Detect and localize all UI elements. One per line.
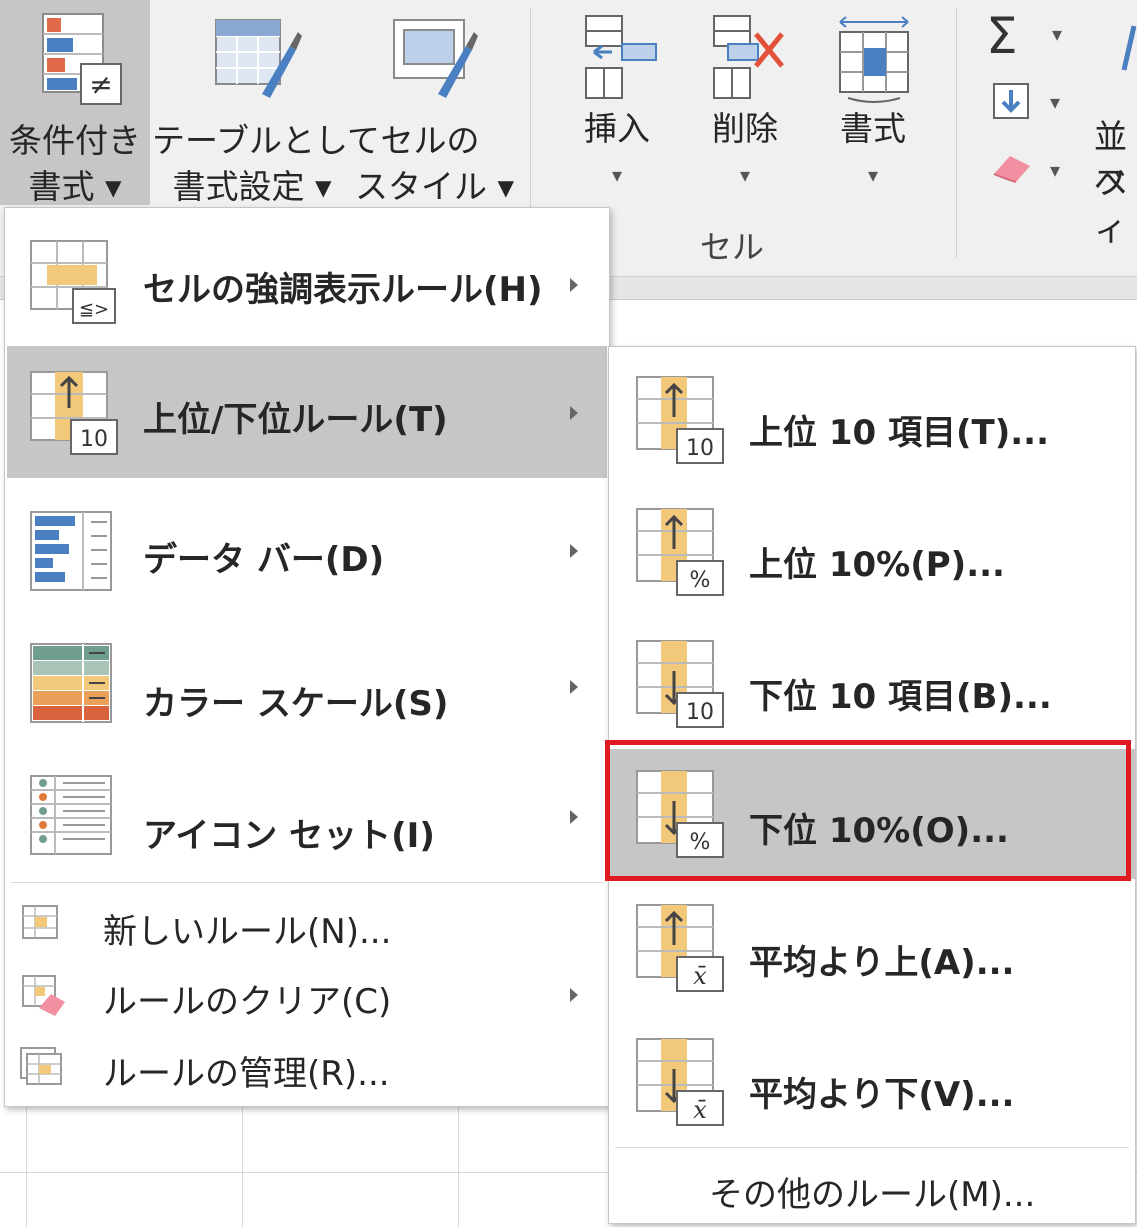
cell-styles-label-1: セルの: [380, 121, 480, 160]
ribbon-separator: [956, 8, 957, 258]
submenu-item-label: 上位 10%(P)...: [749, 545, 1005, 585]
submenu-item-top-10-items[interactable]: 10 上位 10 項目(T)...: [609, 361, 1135, 491]
conditional-formatting-icon: ≠: [42, 13, 122, 105]
delete-caret-icon: ▾: [739, 163, 751, 187]
menu-item-top-bottom-rules[interactable]: 10 上位/下位ルール(T): [7, 346, 607, 478]
conditional-formatting-label-2: 書式 ▾: [28, 167, 122, 206]
top-10-items-icon: 10: [636, 376, 724, 464]
submenu-arrow-icon: [570, 988, 578, 1002]
menu-item-label: データ バー(D): [143, 540, 385, 580]
bottom-10-items-icon: 10: [636, 640, 724, 728]
sort-filter-label-2[interactable]: フィ: [1094, 160, 1137, 252]
cell-styles-icon: [393, 19, 478, 98]
data-bars-icon: [30, 511, 112, 591]
clear-eraser-icon[interactable]: [990, 148, 1034, 184]
menu-item-label: 新しいルール(N)...: [103, 912, 392, 952]
menu-item-label: カラー スケール(S): [143, 684, 449, 724]
submenu-item-label: 平均より下(V)...: [749, 1075, 1015, 1115]
submenu-item-top-10-percent[interactable]: % 上位 10%(P)...: [609, 493, 1135, 623]
top-bottom-rules-icon: 10: [30, 371, 118, 455]
submenu-item-label: その他のルール(M)...: [709, 1175, 1036, 1215]
sort-filter-icon[interactable]: [1120, 20, 1137, 80]
below-average-icon: x̄: [636, 1038, 724, 1126]
cell-styles-label-2: スタイル ▾: [355, 167, 515, 206]
menu-item-clear-rules[interactable]: ルールのクリア(C): [5, 960, 609, 1030]
insert-cells-icon: [585, 15, 657, 99]
menu-item-manage-rules[interactable]: ルールの管理(R)...: [5, 1032, 609, 1102]
badge-text: x̄: [693, 1096, 707, 1124]
top-10-percent-icon: %: [636, 508, 724, 596]
submenu-arrow-icon: [570, 810, 578, 824]
submenu-arrow-icon: [570, 544, 578, 558]
insert-caret-icon: ▾: [611, 163, 623, 187]
submenu-item-above-average[interactable]: x̄ 平均より上(A)...: [609, 887, 1135, 1017]
above-average-icon: x̄: [636, 904, 724, 992]
svg-text:≠: ≠: [89, 68, 112, 101]
format-cells-button[interactable]: 書式 ▾: [818, 0, 928, 200]
delete-cells-button[interactable]: 削除 ▾: [690, 0, 800, 200]
format-as-table-button[interactable]: テーブルとして 書式設定 ▾: [152, 0, 381, 206]
autosum-caret-icon[interactable]: ▾: [1052, 22, 1062, 46]
cell-styles-button[interactable]: セルの スタイル ▾: [355, 0, 514, 206]
autosum-icon[interactable]: Σ: [986, 6, 1018, 66]
conditional-formatting-label-1: 条件付き: [9, 121, 141, 160]
badge-text: 10: [686, 700, 714, 725]
insert-cells-label: 挿入: [584, 109, 650, 148]
menu-item-label: ルールの管理(R)...: [103, 1054, 390, 1094]
cells-group-label: セル: [700, 228, 765, 266]
submenu-item-label: 下位 10 項目(B)...: [749, 677, 1052, 717]
color-scales-icon: [30, 643, 112, 723]
badge-text: 10: [686, 436, 714, 461]
highlight-cells-rules-icon: ≦>: [30, 240, 116, 324]
delete-cells-label: 削除: [712, 109, 778, 148]
clear-caret-icon[interactable]: ▾: [1050, 158, 1060, 182]
top-bottom-badge-text: 10: [80, 427, 108, 452]
delete-cells-icon: [713, 15, 784, 99]
format-cells-label: 書式: [840, 109, 906, 148]
insert-cells-button[interactable]: 挿入 ▾: [562, 0, 672, 200]
menu-item-color-scales[interactable]: カラー スケール(S): [5, 620, 609, 750]
highlight-badge-text: ≦>: [79, 299, 109, 320]
menu-item-data-bars[interactable]: データ バー(D): [5, 488, 609, 618]
submenu-arrow-icon: [570, 680, 578, 694]
menu-item-label: ルールのクリア(C): [103, 982, 392, 1022]
menu-item-new-rule[interactable]: 新しいルール(N)...: [5, 888, 609, 958]
format-as-table-icon: [215, 19, 302, 98]
format-caret-icon: ▾: [867, 163, 879, 187]
format-as-table-label-1: テーブルとして: [152, 121, 381, 160]
submenu-arrow-icon: [570, 406, 578, 420]
submenu-item-label: 上位 10 項目(T)...: [749, 413, 1050, 453]
new-rule-icon: [22, 905, 58, 939]
submenu-item-more-rules[interactable]: その他のルール(M)...: [609, 1153, 1135, 1219]
menu-item-highlight-cells-rules[interactable]: ≦> セルの強調表示ルール(H): [5, 218, 609, 348]
menu-separator: [11, 882, 603, 883]
badge-text: %: [690, 568, 711, 593]
menu-item-icon-sets[interactable]: アイコン セット(I): [5, 752, 609, 878]
format-as-table-label-2: 書式設定 ▾: [172, 167, 332, 206]
menu-item-label: 上位/下位ルール(T): [143, 400, 448, 440]
submenu-arrow-icon: [570, 278, 578, 292]
submenu-item-below-average[interactable]: x̄ 平均より下(V)...: [609, 1021, 1135, 1151]
conditional-formatting-button[interactable]: ≠ 条件付き 書式 ▾: [0, 0, 150, 206]
clear-rules-icon: [22, 975, 65, 1016]
fill-down-icon[interactable]: [992, 82, 1032, 122]
submenu-item-bottom-10-items[interactable]: 10 下位 10 項目(B)...: [609, 623, 1135, 753]
icon-sets-icon: [30, 775, 112, 855]
menu-item-label: アイコン セット(I): [143, 816, 435, 856]
badge-text: x̄: [693, 962, 707, 990]
submenu-item-label: 平均より上(A)...: [749, 943, 1015, 983]
manage-rules-icon: [20, 1047, 62, 1085]
conditional-formatting-menu: ≦> セルの強調表示ルール(H) 10 上位/下位ルール(T) データ バー(D…: [4, 207, 610, 1107]
menu-item-label: セルの強調表示ルール(H): [143, 270, 543, 310]
selection-highlight-box: [605, 740, 1131, 881]
format-cells-icon: [839, 16, 909, 103]
menu-separator: [615, 1147, 1129, 1148]
fill-caret-icon[interactable]: ▾: [1050, 90, 1060, 114]
